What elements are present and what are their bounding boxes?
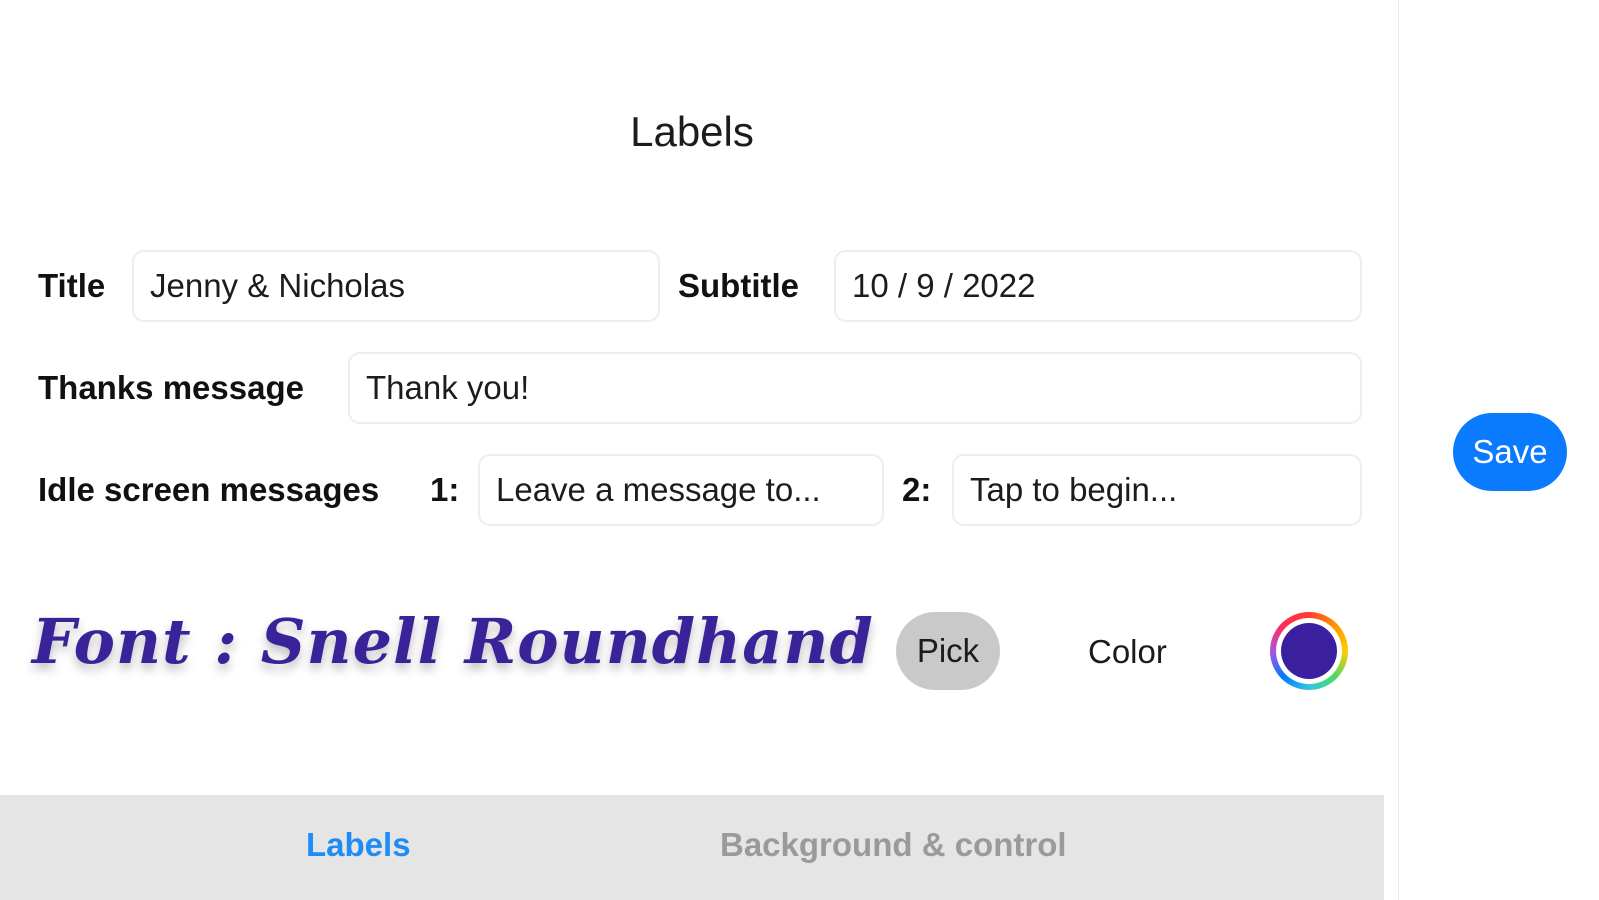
font-preview-text: Font : Snell Roundhand [32, 605, 874, 678]
selected-color-swatch [1281, 623, 1337, 679]
color-picker-well[interactable] [1270, 612, 1348, 690]
save-button[interactable]: Save [1453, 413, 1567, 491]
thanks-message-input[interactable] [348, 352, 1362, 424]
idle-message-1-input[interactable] [478, 454, 884, 526]
color-well-ring [1276, 618, 1342, 684]
idle-message-2-input[interactable] [952, 454, 1362, 526]
idle-message-2-label: 2: [902, 471, 932, 508]
color-label: Color [1088, 633, 1167, 670]
app-window: Labels Title Subtitle Thanks message Idl… [0, 0, 1599, 900]
thanks-message-label: Thanks message [38, 369, 304, 406]
idle-screen-messages-label: Idle screen messages [38, 471, 380, 508]
subtitle-label: Subtitle [678, 267, 799, 304]
tab-bar: Labels Background & control [0, 795, 1384, 900]
page-title: Labels [630, 108, 754, 155]
subtitle-input[interactable] [834, 250, 1362, 322]
labels-settings-panel: Labels Title Subtitle Thanks message Idl… [0, 0, 1398, 900]
title-label: Title [38, 267, 106, 304]
title-input[interactable] [132, 250, 660, 322]
idle-message-1-label: 1: [430, 471, 460, 508]
pick-font-button[interactable]: Pick [896, 612, 1000, 690]
tab-labels[interactable]: Labels [306, 825, 411, 865]
tab-background-and-control[interactable]: Background & control [720, 825, 1067, 865]
